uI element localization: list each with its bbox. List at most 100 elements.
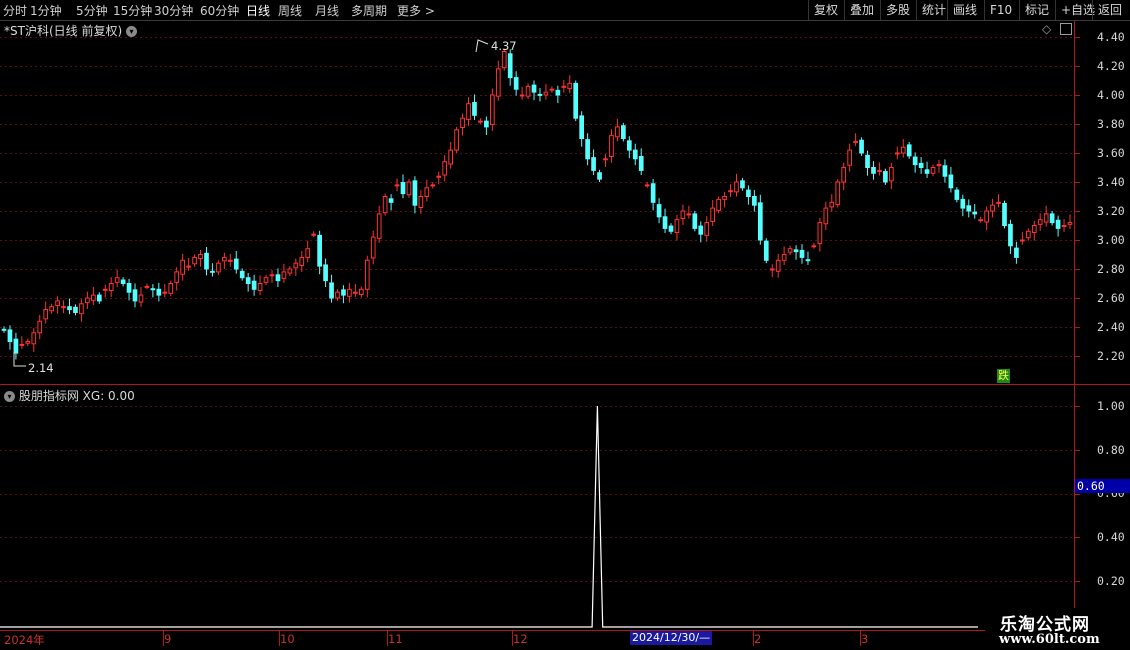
toolbar-btn-2[interactable]: 多股 (880, 0, 915, 20)
candle-body (615, 126, 620, 138)
candle-body (305, 248, 311, 258)
chevron-down-icon[interactable]: ▾ (125, 26, 137, 37)
candle-body (489, 94, 495, 126)
candle-body (341, 289, 346, 296)
toolbar-btn-8[interactable]: 返回 (1092, 0, 1127, 20)
candle-body (436, 175, 442, 178)
candle-body (781, 254, 787, 261)
price-tick: 2.20 (1097, 349, 1125, 363)
period-5[interactable]: 60分钟 (200, 2, 239, 19)
candle-body (484, 120, 489, 128)
candle-body (894, 152, 900, 155)
candle-body (192, 256, 197, 265)
candle-body (591, 157, 596, 171)
candle-body (424, 187, 430, 198)
toolbar-btn-3[interactable]: 统计 (916, 0, 951, 20)
period-0[interactable]: 分时 (3, 2, 27, 19)
period-4[interactable]: 30分钟 (154, 2, 193, 19)
period-10[interactable]: 更多 > (397, 2, 435, 19)
candle-body (335, 291, 340, 299)
candle-body (329, 282, 334, 299)
candle-body (793, 249, 799, 253)
candle-body (888, 167, 894, 182)
candle-body (740, 180, 745, 189)
candle-body (621, 125, 626, 139)
period-6[interactable]: 日线 (246, 2, 270, 19)
cursor-date-box: 2024/12/30/— (630, 631, 713, 645)
candle-body (204, 252, 209, 270)
candle-body (841, 167, 847, 183)
kline-chart[interactable] (0, 0, 1130, 650)
date-label: 2 (754, 632, 762, 646)
candle-body (19, 343, 25, 346)
indicator-readout: XG: 0.00 (82, 389, 135, 403)
candle-body (948, 174, 954, 189)
candle-body (817, 222, 823, 244)
candle-body (138, 294, 144, 303)
candle-body (1061, 225, 1067, 227)
period-2[interactable]: 5分钟 (76, 2, 108, 19)
candle-body (67, 306, 72, 311)
period-3[interactable]: 15分钟 (113, 2, 152, 19)
date-label: 10 (280, 632, 295, 646)
candle-body (275, 274, 281, 282)
toolbar-btn-0[interactable]: 复权 (808, 0, 843, 20)
candle-body (829, 201, 835, 208)
indicator-tick: 1.00 (1097, 399, 1125, 413)
candle-body (222, 256, 227, 262)
candle-body (918, 162, 924, 169)
candle-body (299, 256, 305, 267)
toolbar-btn-1[interactable]: 叠加 (844, 0, 879, 20)
candle-body (174, 271, 180, 283)
candle-body (293, 262, 299, 269)
candle-body (311, 233, 317, 236)
candle-body (227, 259, 233, 262)
candle-body (120, 279, 126, 284)
period-9[interactable]: 多周期 (351, 2, 387, 19)
period-1[interactable]: 1分钟 (30, 2, 62, 19)
indicator-name: 股朋指标网 (18, 389, 79, 403)
candle-body (430, 184, 436, 187)
price-panel-title: *ST沪科(日线 前复权) ▾ (4, 22, 137, 39)
toolbar-btn-4[interactable]: 画线 (947, 0, 982, 20)
candle-body (144, 285, 150, 288)
period-8[interactable]: 月线 (315, 2, 339, 19)
candle-body (662, 216, 668, 229)
candle-body (281, 271, 287, 279)
candle-body (966, 205, 972, 212)
candle-body (728, 190, 733, 193)
date-label: 11 (388, 632, 403, 646)
panel-layout-icon[interactable] (1060, 23, 1072, 35)
candle-body (835, 181, 841, 206)
candle-body (549, 88, 555, 91)
period-7[interactable]: 周线 (278, 2, 302, 19)
candle-body (704, 222, 710, 236)
candle-body (454, 129, 459, 151)
candle-body (1, 328, 7, 331)
price-tick: 4.20 (1097, 59, 1125, 73)
price-tick: 2.60 (1097, 291, 1125, 305)
toolbar-btn-6[interactable]: 标记 (1019, 0, 1054, 20)
candle-body (799, 249, 805, 258)
candle-body (1037, 219, 1043, 225)
candle-body (573, 82, 579, 119)
candle-body (233, 258, 239, 270)
candle-body (555, 89, 561, 96)
candle-body (132, 289, 138, 302)
high-marker-arrow (475, 39, 489, 53)
toolbar-btn-5[interactable]: F10 (984, 0, 1017, 20)
diamond-icon[interactable]: ◇ (1042, 22, 1051, 36)
candle-body (245, 277, 251, 285)
candle-body (883, 171, 888, 183)
candle-body (585, 139, 590, 160)
candle-body (680, 210, 686, 220)
candle-body (382, 196, 388, 214)
candle-body (466, 103, 471, 120)
candle-body (656, 204, 662, 218)
candle-body (358, 288, 364, 296)
candle-body (752, 196, 757, 206)
candle-body (156, 288, 162, 296)
candle-body (448, 149, 453, 165)
chevron-down-icon[interactable]: ▾ (4, 391, 15, 402)
candle-body (239, 270, 245, 279)
